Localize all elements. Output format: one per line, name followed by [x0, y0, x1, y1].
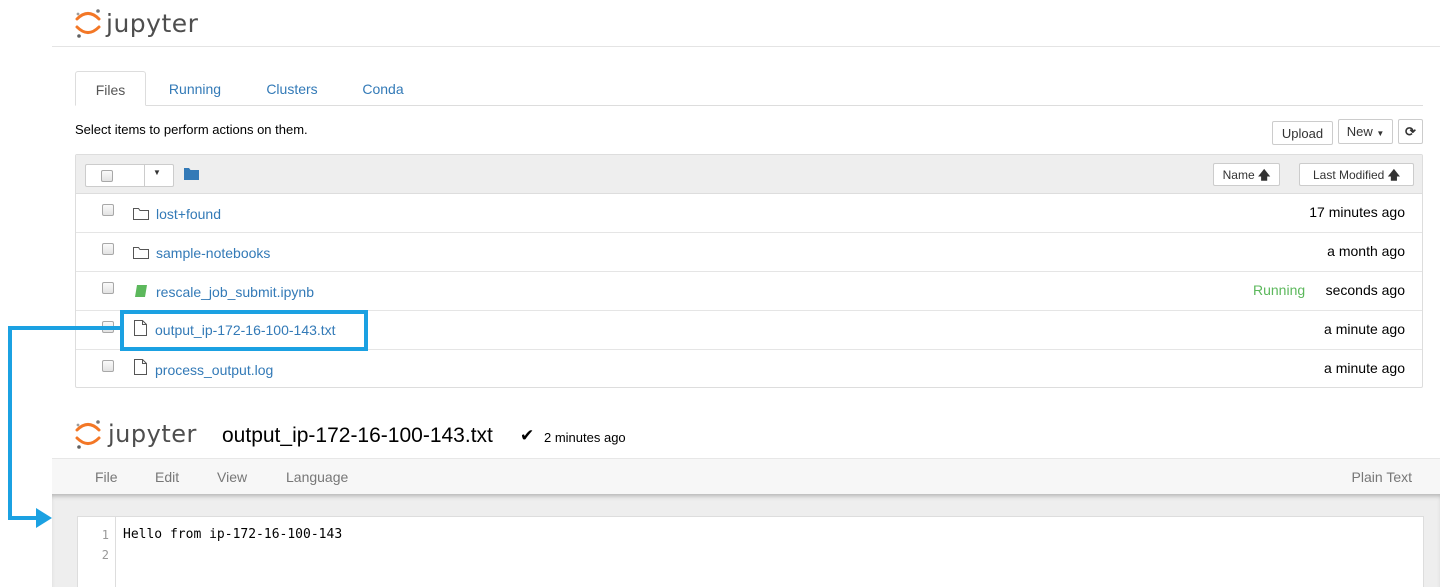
- jupyter-logo-icon: [75, 420, 101, 449]
- editor-filename[interactable]: output_ip-172-16-100-143.txt: [222, 424, 493, 448]
- modified-time: seconds ago: [1325, 282, 1405, 298]
- file-link[interactable]: process_output.log: [155, 362, 273, 378]
- arrow-right-icon: [36, 508, 52, 528]
- upload-button-label: Upload: [1281, 126, 1324, 141]
- file-row[interactable]: process_output.log a minute ago: [76, 350, 1422, 389]
- tab-conda[interactable]: Conda: [351, 71, 415, 105]
- line-number: 1: [101, 528, 109, 542]
- sort-name-label: Name: [1222, 168, 1255, 182]
- row-checkbox[interactable]: [102, 243, 114, 255]
- new-button-label: New: [1346, 124, 1373, 139]
- jupyter-logo-text: jupyter: [106, 8, 199, 38]
- header-divider: [52, 46, 1440, 47]
- checkmark-icon: ✔: [520, 426, 535, 445]
- file-row[interactable]: sample-notebooks a month ago: [76, 233, 1422, 272]
- text-editor[interactable]: 1 2 Hello from ip-172-16-100-143: [77, 516, 1424, 587]
- file-row[interactable]: lost+found 17 minutes ago: [76, 194, 1422, 233]
- sort-modified-button[interactable]: Last Modified 🡅: [1299, 163, 1414, 186]
- callout-arrow: [8, 326, 121, 330]
- file-link[interactable]: lost+found: [156, 206, 221, 222]
- line-number: 2: [101, 548, 109, 562]
- modified-time: a minute ago: [1324, 360, 1405, 376]
- code-line[interactable]: Hello from ip-172-16-100-143: [123, 527, 342, 542]
- new-dropdown-button[interactable]: New ▼: [1338, 119, 1393, 144]
- folder-icon[interactable]: [184, 167, 200, 180]
- file-link[interactable]: rescale_job_submit.ipynb: [156, 284, 314, 300]
- sort-name-button[interactable]: Name 🡅: [1213, 163, 1280, 186]
- menu-edit[interactable]: Edit: [155, 469, 179, 485]
- refresh-icon: ⟳: [1405, 124, 1416, 139]
- file-row[interactable]: rescale_job_submit.ipynb Running seconds…: [76, 272, 1422, 311]
- modified-time: a minute ago: [1324, 321, 1405, 337]
- arrow-up-icon: 🡅: [1258, 168, 1271, 182]
- notebook-icon: [135, 285, 147, 297]
- row-checkbox[interactable]: [102, 282, 114, 294]
- jupyter-logo[interactable]: jupyter: [74, 6, 198, 40]
- selection-hint: Select items to perform actions on them.: [75, 122, 308, 137]
- sort-modified-label: Last Modified: [1312, 168, 1385, 182]
- save-status: 2 minutes ago: [544, 430, 626, 445]
- tab-files[interactable]: Files: [75, 71, 146, 106]
- modified-time: a month ago: [1327, 243, 1405, 259]
- select-all-dropdown[interactable]: ▼: [85, 164, 174, 187]
- row-checkbox[interactable]: [102, 360, 114, 372]
- folder-icon: [133, 208, 149, 220]
- menu-language[interactable]: Language: [286, 469, 348, 485]
- arrow-up-icon: 🡅: [1387, 168, 1401, 182]
- refresh-button[interactable]: ⟳: [1398, 119, 1423, 144]
- file-link[interactable]: sample-notebooks: [156, 245, 270, 261]
- jupyter-logo-text: jupyter: [108, 420, 197, 448]
- tab-running[interactable]: Running: [157, 71, 233, 105]
- select-all-checkbox[interactable]: [101, 170, 113, 182]
- row-checkbox[interactable]: [102, 204, 114, 216]
- file-icon: [134, 359, 147, 375]
- line-gutter: 1 2: [78, 517, 116, 587]
- jupyter-logo[interactable]: jupyter: [74, 417, 197, 451]
- file-list-header: ▼ Name 🡅 Last Modified 🡅: [76, 155, 1422, 194]
- editor-mode: Plain Text: [1351, 469, 1412, 485]
- editor-menubar: File Edit View Language Plain Text: [52, 458, 1440, 494]
- tab-bar: Files Running Clusters Conda: [75, 71, 1423, 106]
- tab-clusters[interactable]: Clusters: [255, 71, 329, 105]
- highlight-box: [120, 310, 368, 351]
- jupyter-logo-icon: [75, 9, 101, 38]
- file-list: ▼ Name 🡅 Last Modified 🡅 lost+found 17 m…: [75, 154, 1423, 388]
- menu-view[interactable]: View: [217, 469, 247, 485]
- running-status: Running: [1253, 282, 1306, 298]
- modified-time: 17 minutes ago: [1309, 204, 1405, 220]
- caret-down-icon: ▼: [153, 168, 161, 177]
- callout-arrow: [8, 326, 12, 520]
- select-divider: [144, 165, 145, 186]
- caret-down-icon: ▼: [1376, 129, 1385, 138]
- upload-button[interactable]: Upload: [1272, 121, 1333, 145]
- folder-icon: [133, 247, 149, 259]
- callout-arrow: [8, 516, 38, 520]
- menu-file[interactable]: File: [95, 469, 118, 485]
